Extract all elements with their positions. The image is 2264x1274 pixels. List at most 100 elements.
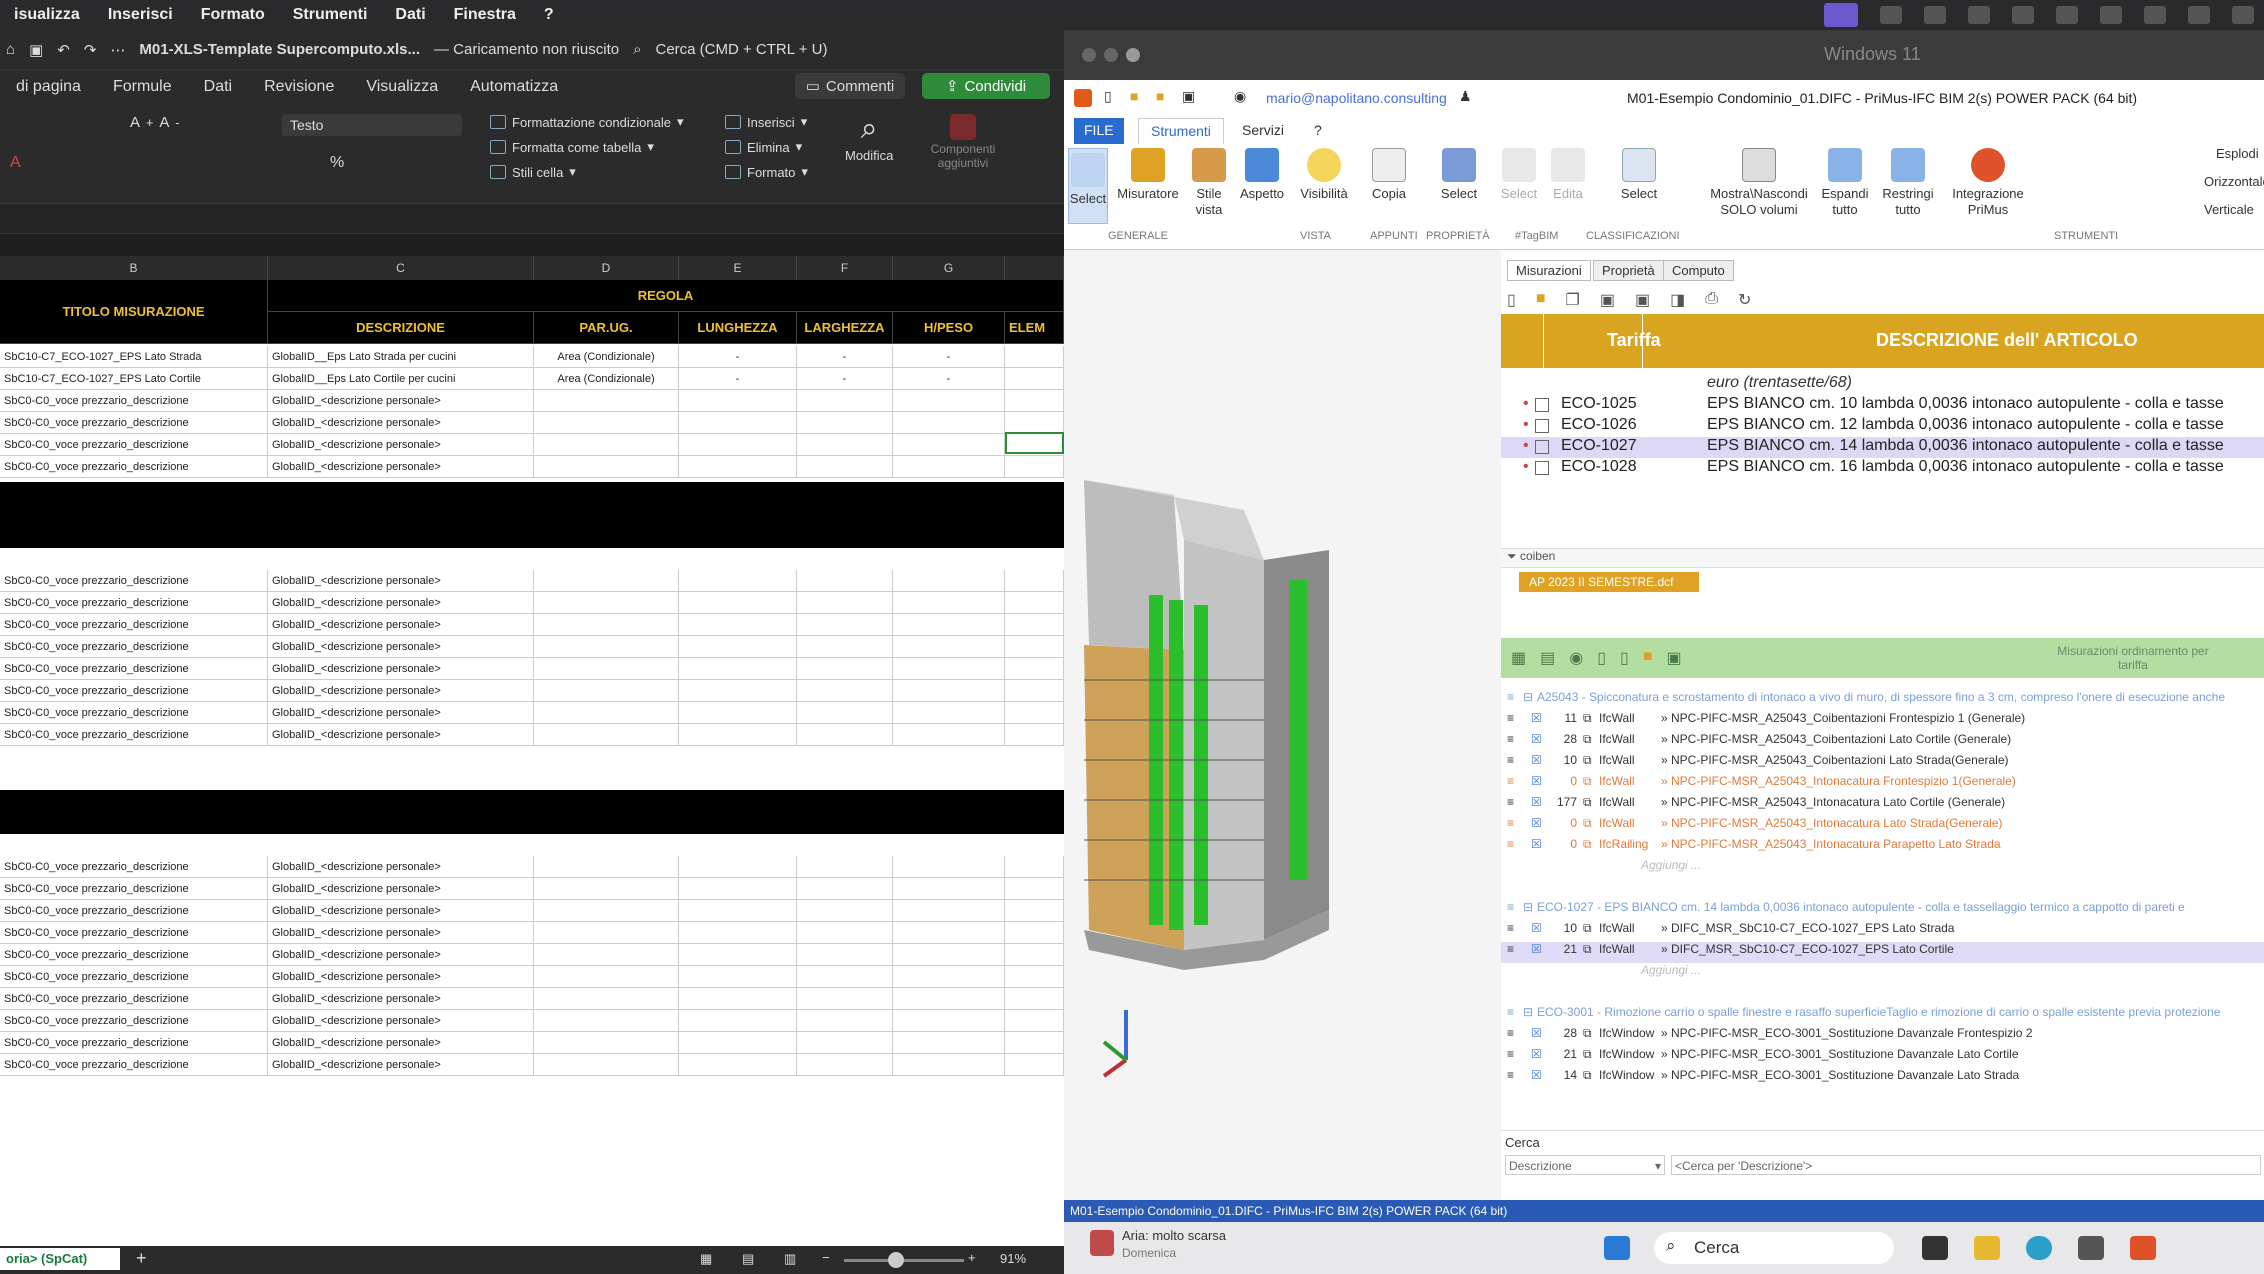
- screenshot-icon[interactable]: [2056, 6, 2078, 24]
- cell-h[interactable]: [1005, 922, 1064, 944]
- format-table-button[interactable]: Formatta come tabella ▾: [490, 139, 654, 155]
- page-break-icon[interactable]: ▥: [784, 1251, 796, 1267]
- tab-automate[interactable]: Automatizza: [454, 78, 574, 96]
- checkbox-icon[interactable]: ☒: [1531, 942, 1542, 956]
- cell-g[interactable]: [893, 1032, 1005, 1054]
- cell-g[interactable]: [893, 614, 1005, 636]
- article-row[interactable]: • ECO-1025 EPS BIANCO cm. 10 lambda 0,0036…: [1501, 395, 2264, 416]
- measurement-row[interactable]: ≡ ☒ 10 ⧉ IfcWall » NPC-PIFC-MSR_A25043_Coiben…: [1501, 753, 2264, 774]
- measurement-group[interactable]: ≡ ⊟ ECO-1027 - EPS BIANCO cm. 14 lambda 0,…: [1501, 900, 2264, 921]
- measurement-row[interactable]: ≡ ☒ 0 ⧉ IfcRailing » NPC-PIFC-MSR_A25043_Into…: [1501, 837, 2264, 858]
- cell-c[interactable]: GlobalID_<descrizione personale>: [268, 878, 534, 900]
- cell-b[interactable]: SbC0-C0_voce prezzario_descrizione: [0, 922, 268, 944]
- search-field-select[interactable]: Descrizione ▾: [1505, 1155, 1665, 1175]
- cell-b[interactable]: SbC0-C0_voce prezzario_descrizione: [0, 390, 268, 412]
- new-doc-icon[interactable]: ▯: [1507, 290, 1516, 310]
- save-icon[interactable]: ▣: [1182, 88, 1195, 105]
- cell-f[interactable]: [797, 434, 893, 456]
- cell-h[interactable]: [1005, 636, 1064, 658]
- open-icon[interactable]: ■: [1130, 88, 1138, 104]
- horizontal-button[interactable]: Orizzontale: [2204, 174, 2264, 190]
- cell-h[interactable]: [1005, 614, 1064, 636]
- cell-c[interactable]: GlobalID_<descrizione personale>: [268, 1054, 534, 1076]
- cell-e[interactable]: [679, 944, 797, 966]
- col-header-h[interactable]: [1005, 256, 1064, 280]
- cell-c[interactable]: GlobalID_<descrizione personale>: [268, 434, 534, 456]
- cell-f[interactable]: [797, 412, 893, 434]
- primus-taskbar-icon[interactable]: [2130, 1236, 2156, 1260]
- cell-g[interactable]: [893, 988, 1005, 1010]
- drag-icon[interactable]: ≡: [1507, 795, 1514, 809]
- cell-d[interactable]: [534, 966, 679, 988]
- cell-e[interactable]: [679, 412, 797, 434]
- cell-h[interactable]: [1005, 1010, 1064, 1032]
- drag-icon[interactable]: ≡: [1507, 1026, 1514, 1040]
- cell-f[interactable]: [797, 988, 893, 1010]
- cell-c[interactable]: GlobalID_<descrizione personale>: [268, 944, 534, 966]
- col-header-g[interactable]: G: [893, 256, 1005, 280]
- cell-g[interactable]: [893, 658, 1005, 680]
- cell-c[interactable]: GlobalID_<descrizione personale>: [268, 900, 534, 922]
- cell-c[interactable]: GlobalID_<descrizione personale>: [268, 592, 534, 614]
- table-row[interactable]: SbC0-C0_voce prezzario_descrizione Global…: [0, 944, 1064, 966]
- cell-e[interactable]: [679, 724, 797, 746]
- cell-g[interactable]: [893, 636, 1005, 658]
- vertical-button[interactable]: Verticale: [2204, 202, 2254, 218]
- measurement-row[interactable]: ≡ ☒ 0 ⧉ IfcWall » NPC-PIFC-MSR_A25043_Intonac…: [1501, 816, 2264, 837]
- cell-d[interactable]: [534, 592, 679, 614]
- drag-icon[interactable]: ≡: [1507, 816, 1514, 830]
- cell-g[interactable]: [893, 966, 1005, 988]
- cell-b[interactable]: SbC10-C7_ECO-1027_EPS Lato Strada: [0, 346, 268, 368]
- cell-g[interactable]: [893, 390, 1005, 412]
- cell-c[interactable]: GlobalID_<descrizione personale>: [268, 1010, 534, 1032]
- eye-icon[interactable]: ◉: [1569, 648, 1583, 668]
- cell-d[interactable]: [534, 680, 679, 702]
- checkbox-icon[interactable]: ☒: [1531, 711, 1542, 725]
- cell-f[interactable]: [797, 878, 893, 900]
- tab-strumenti[interactable]: Strumenti: [1138, 118, 1224, 144]
- cell-b[interactable]: SbC0-C0_voce prezzario_descrizione: [0, 412, 268, 434]
- cell-e[interactable]: [679, 390, 797, 412]
- cell-e[interactable]: -: [679, 346, 797, 368]
- cell-b[interactable]: SbC0-C0_voce prezzario_descrizione: [0, 988, 268, 1010]
- maximize-icon[interactable]: [1126, 48, 1140, 62]
- cell-g[interactable]: [893, 944, 1005, 966]
- tab-computo[interactable]: Computo: [1663, 260, 1734, 281]
- select-class-button[interactable]: Select: [1614, 148, 1664, 202]
- cell-f[interactable]: [797, 570, 893, 592]
- cell-h[interactable]: [1005, 900, 1064, 922]
- cell-d[interactable]: [534, 1032, 679, 1054]
- cell-c[interactable]: GlobalID_<descrizione personale>: [268, 922, 534, 944]
- menu-item[interactable]: Strumenti: [279, 6, 382, 24]
- cell-e[interactable]: -: [679, 368, 797, 390]
- cell-d[interactable]: [534, 724, 679, 746]
- cell-e[interactable]: [679, 1032, 797, 1054]
- measurement-row[interactable]: ≡ ☒ 177 ⧉ IfcWall » NPC-PIFC-MSR_A25043_Inton…: [1501, 795, 2264, 816]
- new-icon[interactable]: ▯: [1104, 88, 1112, 105]
- drag-icon[interactable]: ≡: [1507, 1068, 1514, 1082]
- table-row[interactable]: SbC10-C7_ECO-1027_EPS Lato Cortile Global…: [0, 368, 1064, 390]
- cell-f[interactable]: [797, 922, 893, 944]
- cell-c[interactable]: GlobalID_<descrizione personale>: [268, 856, 534, 878]
- cell-e[interactable]: [679, 1054, 797, 1076]
- cell-d[interactable]: [534, 702, 679, 724]
- cell-b[interactable]: SbC0-C0_voce prezzario_descrizione: [0, 856, 268, 878]
- tab-misurazioni[interactable]: Misurazioni: [1507, 260, 1591, 281]
- cell-h[interactable]: [1005, 592, 1064, 614]
- drag-icon[interactable]: ≡: [1507, 1005, 1514, 1019]
- cell-f[interactable]: [797, 614, 893, 636]
- measurement-row[interactable]: ≡ ☒ 14 ⧉ IfcWindow » NPC-PIFC-MSR_ECO-3001_So…: [1501, 1068, 2264, 1089]
- cell-f[interactable]: [797, 456, 893, 478]
- folder-icon[interactable]: ■: [1643, 648, 1653, 668]
- cell-c[interactable]: GlobalID__Eps Lato Cortile per cucini: [268, 368, 534, 390]
- more-icon[interactable]: ⋯: [110, 41, 125, 59]
- measurement-group[interactable]: ≡ ⊟ ECO-3001 - Rimozione carrio o spalle f…: [1501, 1005, 2264, 1026]
- table-row[interactable]: SbC0-C0_voce prezzario_descrizione Global…: [0, 900, 1064, 922]
- cell-g[interactable]: [893, 1010, 1005, 1032]
- cell-h[interactable]: [1005, 346, 1064, 368]
- cell-d[interactable]: [534, 614, 679, 636]
- checkbox-icon[interactable]: ☒: [1531, 753, 1542, 767]
- save-doc-icon[interactable]: ▣: [1600, 290, 1615, 310]
- export-icon[interactable]: ◨: [1670, 290, 1685, 310]
- cell-g[interactable]: [893, 922, 1005, 944]
